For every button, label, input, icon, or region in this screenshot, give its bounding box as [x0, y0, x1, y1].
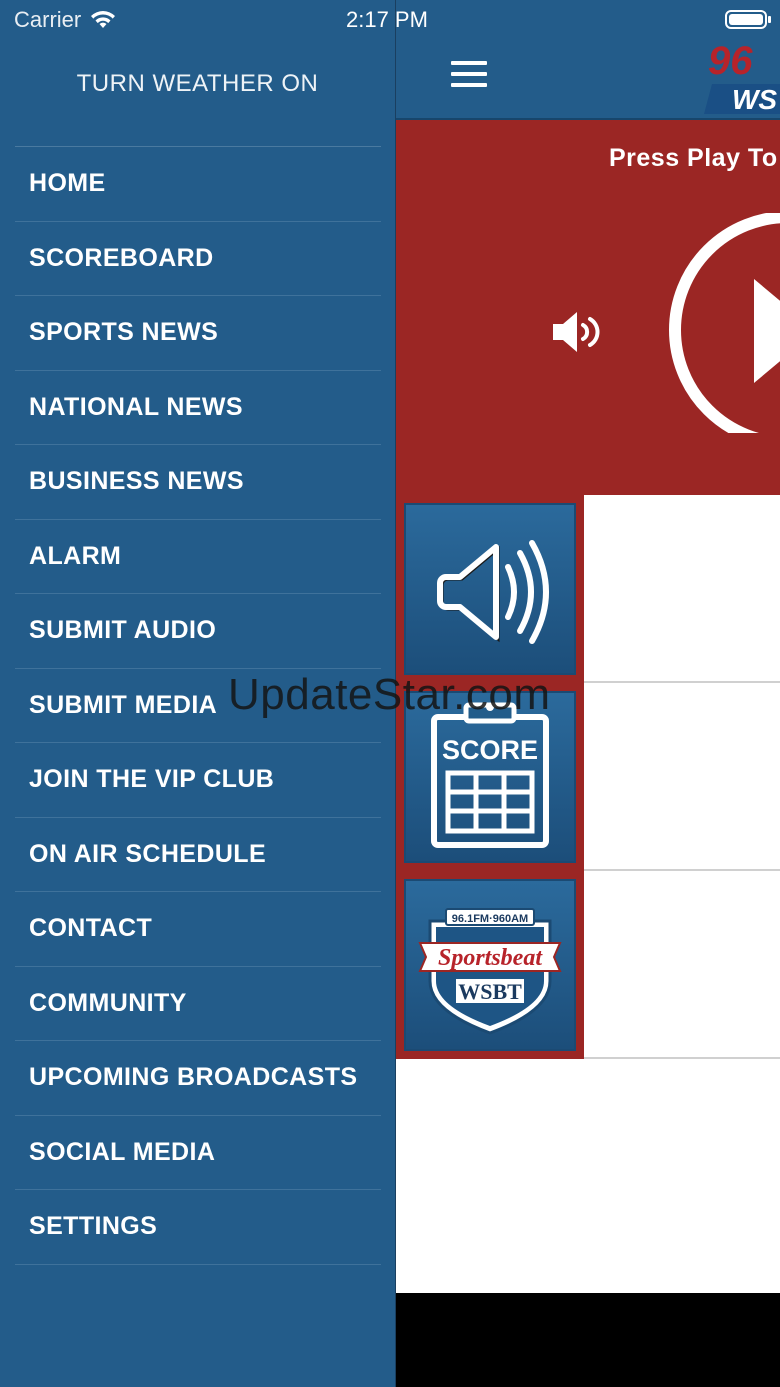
scoreboard-icon: SCORE [406, 693, 574, 861]
menu-item-alarm[interactable]: ALARM [15, 520, 381, 594]
scoreboard-tile[interactable]: SCORE [404, 691, 576, 863]
logo-top-text: 96 [708, 39, 753, 83]
bottom-bar [396, 1293, 780, 1387]
menu-item-on-air-schedule[interactable]: ON AIR SCHEDULE [15, 818, 381, 892]
sportsbeat-frequencies: 96.1FM·960AM [452, 913, 528, 925]
speaker-tile[interactable] [404, 503, 576, 675]
press-play-label: Press Play To I [609, 144, 780, 172]
logo-bottom-text: WS [732, 84, 777, 114]
drawer-menu: HOME SCOREBOARD SPORTS NEWS NATIONAL NEWS BU… [15, 146, 381, 1265]
battery-icon [725, 10, 771, 29]
menu-item-join-the-vip-club[interactable]: JOIN THE VIP CLUB [15, 743, 381, 818]
menu-item-sports-news[interactable]: SPORTS NEWS [15, 296, 381, 371]
feature-row-scoreboard[interactable]: SCORE [396, 683, 780, 871]
menu-item-national-news[interactable]: NATIONAL NEWS [15, 371, 381, 445]
menu-item-social-media[interactable]: SOCIAL MEDIA [15, 1116, 381, 1190]
menu-item-community[interactable]: COMMUNITY [15, 967, 381, 1041]
feature-list: SCORE 96.1FM·960AM Sportsbeat WSBT [396, 495, 780, 1293]
sportsbeat-tile[interactable]: 96.1FM·960AM Sportsbeat WSBT [404, 879, 576, 1051]
feature-row-sportsbeat[interactable]: 96.1FM·960AM Sportsbeat WSBT [396, 871, 780, 1059]
sportsbeat-script: Sportsbeat [438, 945, 543, 971]
speaker-icon [406, 505, 574, 673]
volume-icon[interactable] [551, 310, 605, 354]
menu-item-contact[interactable]: CONTACT [15, 892, 381, 967]
status-carrier: Carrier [14, 6, 117, 34]
top-bar: 96 WS [396, 0, 780, 120]
turn-weather-on-button[interactable]: TURN WEATHER ON [0, 64, 395, 104]
menu-item-submit-audio[interactable]: SUBMIT AUDIO [15, 594, 381, 669]
carrier-label: Carrier [14, 7, 82, 32]
play-button[interactable] [666, 213, 780, 433]
status-time: 2:17 PM [346, 7, 428, 32]
menu-toggle-icon[interactable] [451, 61, 487, 94]
feature-row-audio[interactable] [396, 495, 780, 683]
station-logo: 96 WS [704, 39, 780, 114]
menu-item-home[interactable]: HOME [15, 147, 381, 222]
menu-item-settings[interactable]: SETTINGS [15, 1190, 381, 1265]
sportsbeat-wsbt: WSBT [458, 979, 522, 1004]
menu-item-business-news[interactable]: BUSINESS NEWS [15, 445, 381, 520]
sportsbeat-logo-icon: 96.1FM·960AM Sportsbeat WSBT [406, 881, 574, 1049]
score-label: SCORE [442, 735, 538, 765]
menu-item-submit-media[interactable]: SUBMIT MEDIA [15, 669, 381, 743]
navigation-drawer: Carrier TURN WEATHER ON HOME SCOREBOARD SP… [0, 0, 395, 1387]
menu-item-scoreboard[interactable]: SCOREBOARD [15, 222, 381, 296]
menu-item-upcoming-broadcasts[interactable]: UPCOMING BROADCASTS [15, 1041, 381, 1116]
audio-player: Press Play To I [396, 120, 780, 495]
wifi-icon [91, 11, 116, 28]
main-content: 96 WS Press Play To I SCORE 96.1FM·960AM… [395, 0, 780, 1387]
